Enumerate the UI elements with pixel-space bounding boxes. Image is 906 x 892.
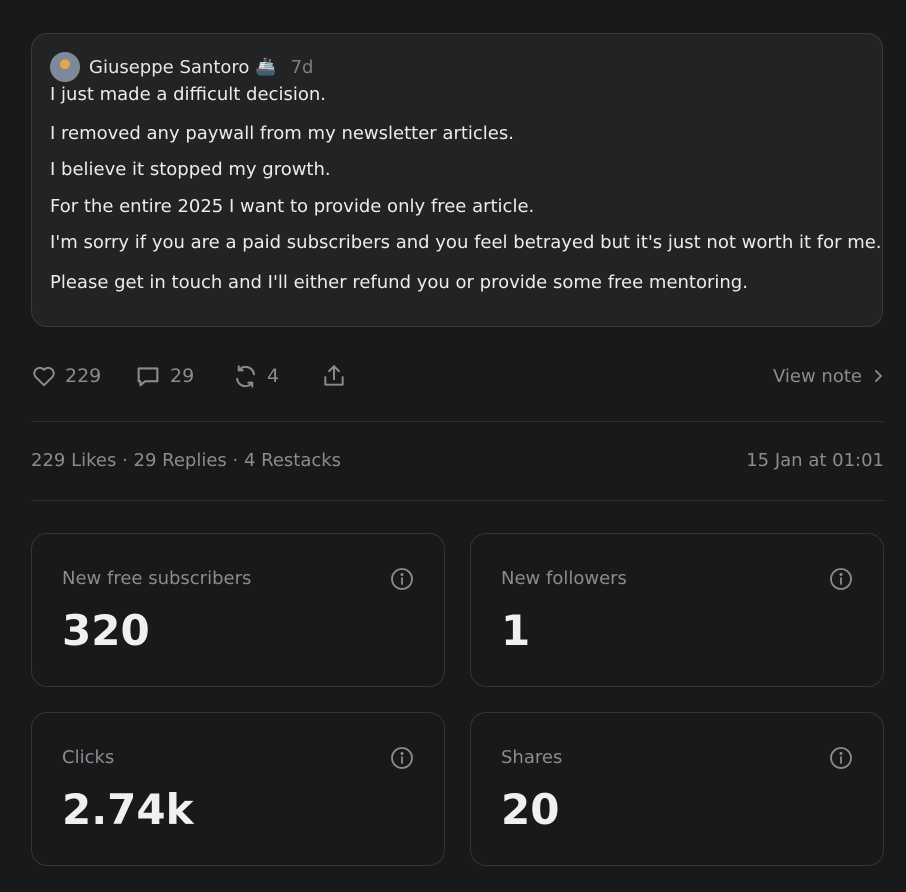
metric-card-new-free-subscribers: New free subscribers 320 xyxy=(31,533,445,687)
note-text-line: I just made a difficult decision. xyxy=(50,84,326,105)
restack-count: 4 xyxy=(267,365,280,387)
metric-label: Clicks xyxy=(62,747,115,768)
metric-value: 20 xyxy=(501,785,560,834)
metric-label: New followers xyxy=(501,568,627,589)
stats-row: 229 Likes · 29 Replies · 4 Restacks 15 J… xyxy=(31,450,884,474)
metric-card-clicks: Clicks 2.74k xyxy=(31,712,445,866)
restack-icon xyxy=(236,364,255,388)
avatar[interactable] xyxy=(50,52,80,82)
reply-button[interactable]: 29 xyxy=(134,358,194,394)
note-timestamp: 15 Jan at 01:01 xyxy=(746,450,884,471)
metric-card-shares: Shares 20 xyxy=(470,712,884,866)
metric-label: New free subscribers xyxy=(62,568,252,589)
note-text-line: For the entire 2025 I want to provide on… xyxy=(50,196,535,217)
note-text-line: Please get in touch and I'll either refu… xyxy=(50,272,748,293)
info-icon[interactable] xyxy=(390,567,414,591)
view-note-label: View note xyxy=(773,365,862,387)
metric-card-new-followers: New followers 1 xyxy=(470,533,884,687)
share-icon xyxy=(324,365,344,386)
engagement-summary: 229 Likes · 29 Replies · 4 Restacks xyxy=(31,450,342,471)
note-actions: 229 29 4 View note xyxy=(31,358,886,394)
view-note-link[interactable]: View note xyxy=(773,358,884,394)
share-button[interactable] xyxy=(321,358,347,394)
ship-emoji: 🚢 xyxy=(255,57,277,77)
divider xyxy=(31,421,884,422)
heart-icon xyxy=(33,366,55,387)
metric-label: Shares xyxy=(501,747,563,768)
metric-value: 320 xyxy=(62,606,150,655)
restack-button[interactable]: 4 xyxy=(232,358,279,394)
comment-icon xyxy=(137,367,159,387)
metric-value: 2.74k xyxy=(62,785,194,834)
chevron-right-icon xyxy=(875,370,882,382)
like-count: 229 xyxy=(65,365,102,387)
note-text-line: I'm sorry if you are a paid subscribers … xyxy=(50,232,882,253)
author-row: Giuseppe Santoro 🚢 7d xyxy=(50,52,864,82)
note-text-line: I believe it stopped my growth. xyxy=(50,159,331,180)
like-button[interactable]: 229 xyxy=(31,358,101,394)
metric-value: 1 xyxy=(501,606,531,655)
reply-count: 29 xyxy=(170,365,195,387)
note-card[interactable]: Giuseppe Santoro 🚢 7d I just made a diff… xyxy=(31,33,883,327)
divider xyxy=(31,500,884,501)
info-icon[interactable] xyxy=(829,567,853,591)
info-icon[interactable] xyxy=(829,746,853,770)
info-icon[interactable] xyxy=(390,746,414,770)
note-text-line: I removed any paywall from my newsletter… xyxy=(50,123,514,144)
author-name[interactable]: Giuseppe Santoro xyxy=(89,57,249,78)
note-age: 7d xyxy=(290,56,314,78)
